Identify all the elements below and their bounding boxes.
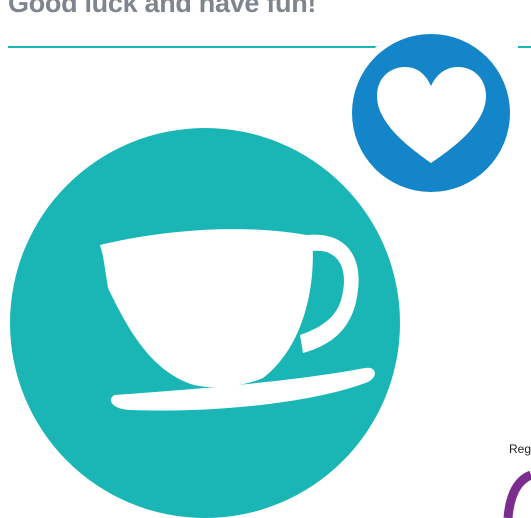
divider-line-right: [518, 46, 531, 48]
page-title: Good luck and have fun!: [8, 0, 317, 18]
heart-badge: [345, 27, 517, 199]
divider-line: [8, 46, 386, 48]
heart-icon: [377, 67, 486, 163]
side-label: Reg: [509, 442, 531, 456]
purple-arc-shape: [503, 470, 531, 518]
teacup-icon: [100, 229, 375, 411]
teacup-badge: [10, 128, 400, 518]
